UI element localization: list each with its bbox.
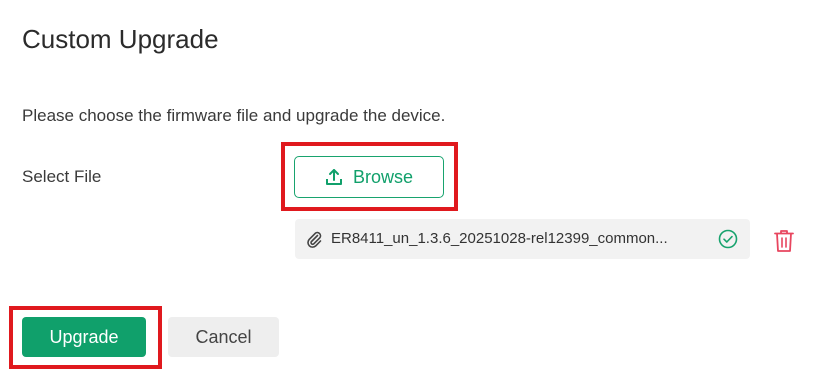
- dialog-title: Custom Upgrade: [22, 24, 219, 54]
- cancel-button[interactable]: Cancel: [168, 317, 279, 357]
- upgrade-button[interactable]: Upgrade: [22, 317, 146, 357]
- select-file-label: Select File: [22, 167, 102, 186]
- dialog-description: Please choose the firmware file and upgr…: [22, 106, 446, 125]
- upload-icon: [325, 168, 343, 186]
- selected-file-name: ER8411_un_1.3.6_20251028-rel12399_common…: [331, 230, 668, 247]
- browse-label: Browse: [352, 166, 414, 187]
- trash-icon[interactable]: [773, 229, 795, 258]
- paperclip-icon: [305, 230, 323, 253]
- check-circle-icon: [718, 229, 738, 254]
- browse-button[interactable]: Browse: [294, 156, 444, 198]
- selected-file-row: ER8411_un_1.3.6_20251028-rel12399_common…: [295, 219, 750, 259]
